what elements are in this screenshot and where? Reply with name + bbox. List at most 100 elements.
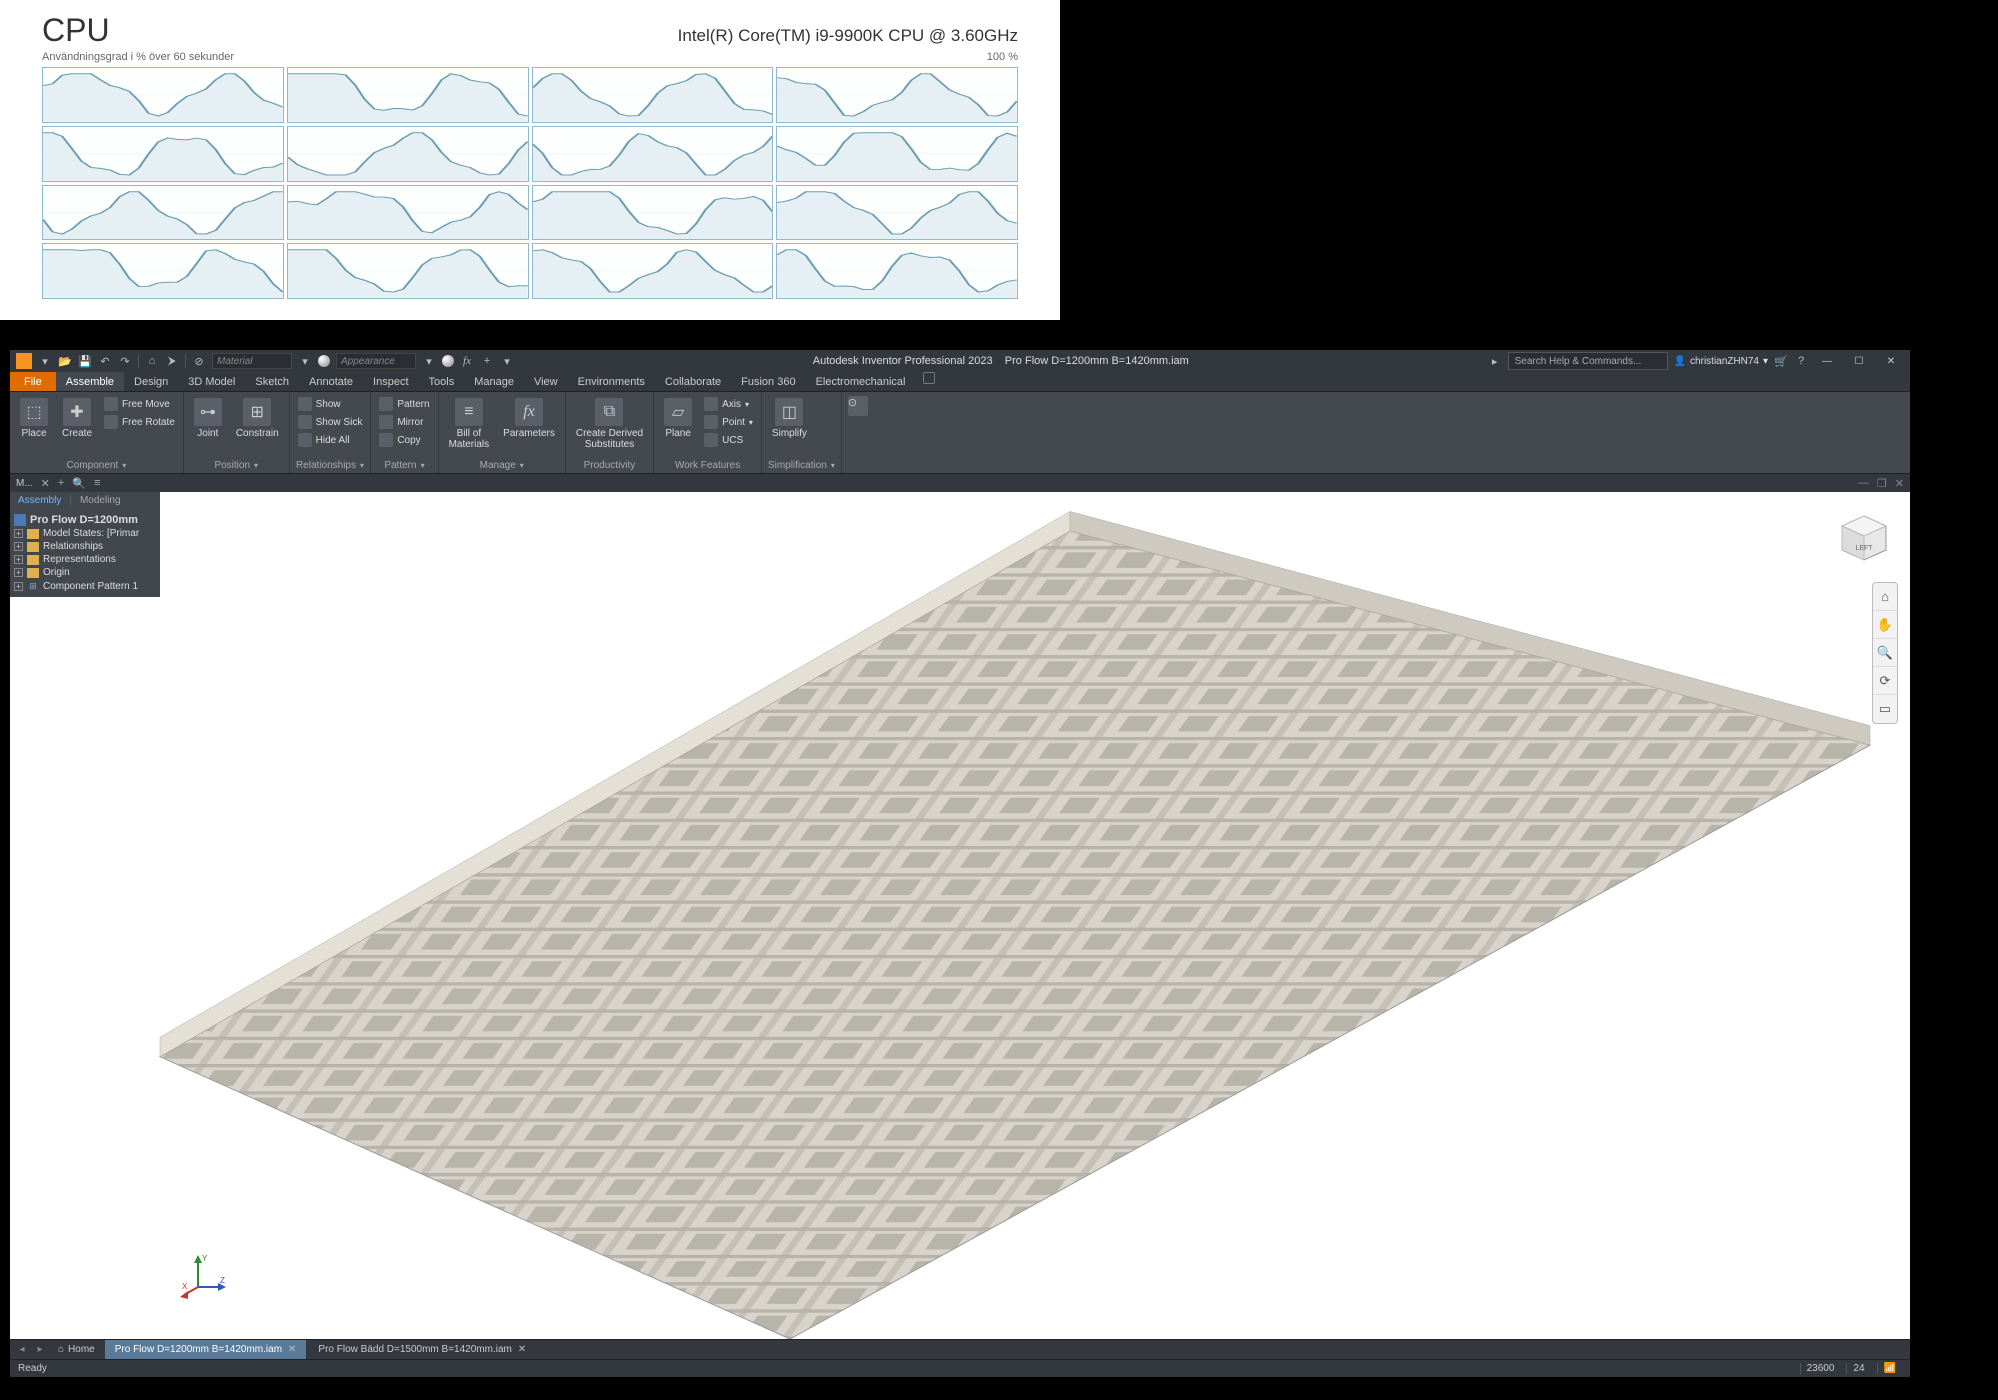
material-dropdown[interactable]: Material [212, 353, 292, 369]
browser-menu-icon[interactable]: ≡ [94, 477, 100, 489]
tab-design[interactable]: Design [124, 372, 178, 391]
axis-button[interactable]: Axis▾ [702, 396, 755, 412]
viewcube[interactable]: LEFT [1836, 510, 1892, 566]
user-menu[interactable]: 👤 christianZHN74 ▾ [1674, 356, 1768, 367]
qat-redo-icon[interactable]: ↷ [118, 354, 132, 368]
doctab-next-icon[interactable]: ▸ [32, 1344, 48, 1355]
ribbon-help-icon[interactable] [923, 372, 935, 384]
nav-orbit-icon[interactable]: ⟳ [1873, 667, 1897, 695]
doctab-prev-icon[interactable]: ◂ [14, 1344, 30, 1355]
close-button[interactable]: ✕ [1878, 352, 1904, 370]
doctab-1[interactable]: Pro Flow D=1200mm B=1420mm.iam ✕ [105, 1340, 307, 1359]
maximize-button[interactable]: ☐ [1846, 352, 1872, 370]
appearance-dropdown[interactable]: Appearance [336, 353, 416, 369]
viewport-restore-icon[interactable]: ❐ [1877, 477, 1887, 490]
fx-icon[interactable]: fx [460, 354, 474, 368]
tab-environments[interactable]: Environments [568, 372, 655, 391]
point-icon [704, 415, 718, 429]
pattern-button[interactable]: Pattern [377, 396, 431, 412]
doctab-home[interactable]: ⌂ Home [50, 1344, 103, 1355]
tab-view[interactable]: View [524, 372, 568, 391]
browser-tab-modeling[interactable]: Modeling [72, 492, 129, 509]
qat-undo-icon[interactable]: ↶ [98, 354, 112, 368]
viewport[interactable]: LEFT ⌂ ✋ 🔍 ⟳ ▭ Y X Z [10, 492, 1910, 1339]
tab-annotate[interactable]: Annotate [299, 372, 363, 391]
tree-item-component-pattern[interactable]: + ⊞ Component Pattern 1 [12, 579, 158, 593]
help-icon[interactable]: ? [1794, 354, 1808, 368]
expand-icon[interactable]: + [14, 542, 23, 551]
nav-home-icon[interactable]: ⌂ [1873, 583, 1897, 611]
constrain-button[interactable]: ⊞Constrain [232, 396, 283, 441]
file-tab[interactable]: File [10, 372, 56, 391]
tab-electromechanical[interactable]: Electromechanical [806, 372, 916, 391]
qat-new-icon[interactable]: ▾ [38, 354, 52, 368]
doctab-close-icon[interactable]: ✕ [518, 1344, 526, 1355]
qat-block-icon[interactable]: ⊘ [192, 354, 206, 368]
tree-item-origin[interactable]: + Origin [12, 566, 158, 579]
ucs-icon [704, 433, 718, 447]
ucs-button[interactable]: UCS [702, 432, 755, 448]
plane-button[interactable]: ▱Plane [660, 396, 696, 441]
qat-more-icon[interactable]: ▾ [500, 354, 514, 368]
simplify-button[interactable]: ◫Simplify [768, 396, 811, 441]
browser-close-icon[interactable]: ✕ [41, 477, 50, 490]
tab-manage[interactable]: Manage [464, 372, 524, 391]
viewport-minimize-icon[interactable]: — [1858, 477, 1869, 490]
color-preview-icon[interactable] [442, 355, 454, 367]
point-button[interactable]: Point▾ [702, 414, 755, 430]
material-browse-icon[interactable]: ▾ [298, 354, 312, 368]
appearance-preview-icon[interactable] [318, 355, 330, 367]
tab-inspect[interactable]: Inspect [363, 372, 418, 391]
create-button[interactable]: ✚Create [58, 396, 96, 441]
show-button[interactable]: Show [296, 396, 365, 412]
expand-icon[interactable]: + [14, 555, 23, 564]
doctab-close-icon[interactable]: ✕ [288, 1344, 296, 1355]
tab-sketch[interactable]: Sketch [245, 372, 299, 391]
browser-search-icon[interactable]: 🔍 [72, 477, 86, 490]
search-go-icon[interactable]: ▸ [1488, 354, 1502, 368]
tree-item-model-states[interactable]: + Model States: [Primar [12, 527, 158, 540]
browser-tab-assembly[interactable]: Assembly [10, 492, 69, 509]
nav-lookat-icon[interactable]: ▭ [1873, 695, 1897, 723]
parameters-button[interactable]: fxParameters [499, 396, 559, 441]
joint-button[interactable]: ⊶Joint [190, 396, 226, 441]
doctab-2[interactable]: Pro Flow Bädd D=1500mm B=1420mm.iam ✕ [308, 1340, 536, 1359]
nav-zoom-icon[interactable]: 🔍 [1873, 639, 1897, 667]
ribbon-overflow-icon[interactable]: ⊙ [848, 396, 868, 416]
tree-item-relationships[interactable]: + Relationships [12, 540, 158, 553]
tab-tools[interactable]: Tools [419, 372, 465, 391]
expand-icon[interactable]: + [14, 568, 23, 577]
nav-pan-icon[interactable]: ✋ [1873, 611, 1897, 639]
tab-assemble[interactable]: Assemble [56, 372, 124, 391]
qat-open-icon[interactable]: 📂 [58, 354, 72, 368]
tree-root[interactable]: Pro Flow D=1200mm [12, 513, 158, 527]
expand-icon[interactable]: + [14, 529, 23, 538]
place-button[interactable]: ⬚Place [16, 396, 52, 441]
qat-save-icon[interactable]: 💾 [78, 354, 92, 368]
minimize-button[interactable]: — [1814, 352, 1840, 370]
free-rotate-button[interactable]: Free Rotate [102, 414, 177, 430]
search-input[interactable]: Search Help & Commands... [1508, 352, 1668, 370]
bom-button[interactable]: ≡Bill of Materials [445, 396, 494, 452]
cart-icon[interactable]: 🛒 [1774, 354, 1788, 368]
qat-home-icon[interactable]: ⌂ [145, 354, 159, 368]
appearance-browse-icon[interactable]: ▾ [422, 354, 436, 368]
tab-collaborate[interactable]: Collaborate [655, 372, 731, 391]
tab-3d-model[interactable]: 3D Model [178, 372, 245, 391]
hide-all-button[interactable]: Hide All [296, 432, 365, 448]
mirror-button[interactable]: Mirror [377, 414, 431, 430]
copy-button[interactable]: Copy [377, 432, 431, 448]
browser-add-icon[interactable]: + [58, 477, 64, 489]
create-derived-button[interactable]: ⧉Create Derived Substitutes [572, 396, 647, 452]
viewport-close-icon[interactable]: ✕ [1895, 477, 1904, 490]
show-sick-button[interactable]: Show Sick [296, 414, 365, 430]
tree-item-representations[interactable]: + Representations [12, 553, 158, 566]
folder-icon [27, 555, 39, 565]
free-move-button[interactable]: Free Move [102, 396, 177, 412]
qat-select-icon[interactable]: ⮞ [165, 354, 179, 368]
model-canvas[interactable] [10, 492, 1910, 1339]
qat-plus-icon[interactable]: + [480, 354, 494, 368]
expand-icon[interactable]: + [14, 582, 23, 591]
tab-fusion360[interactable]: Fusion 360 [731, 372, 805, 391]
status-signal-icon[interactable]: 📶 [1877, 1363, 1902, 1374]
